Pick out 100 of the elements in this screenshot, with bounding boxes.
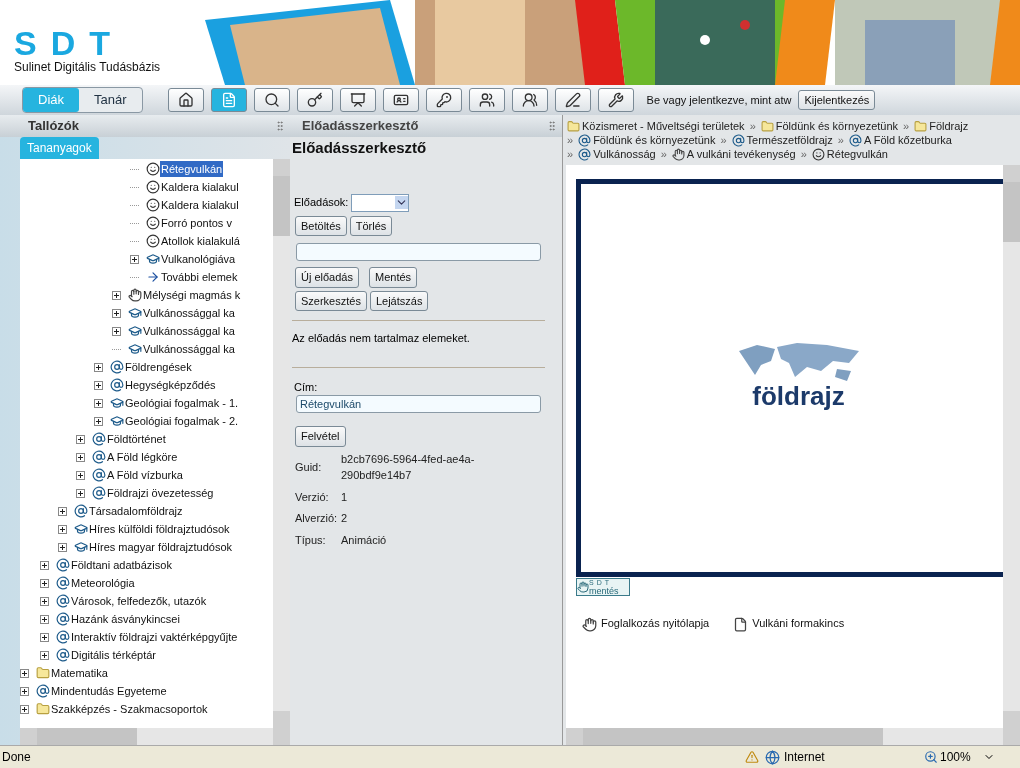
- toolbar-button[interactable]: [425, 88, 462, 112]
- at-sign-icon: [731, 133, 745, 147]
- tree-item[interactable]: Vulkánossággal ka: [142, 322, 236, 340]
- expand-icon[interactable]: [40, 614, 49, 624]
- expand-icon[interactable]: [94, 398, 103, 408]
- at-sign-icon: [92, 432, 106, 446]
- link[interactable]: Vulkáni formakincs: [752, 617, 845, 630]
- grip-icon[interactable]: [546, 120, 558, 132]
- input-field[interactable]: [296, 243, 541, 261]
- button[interactable]: Új előadás: [295, 267, 359, 288]
- tree-item[interactable]: További elemek: [160, 268, 239, 286]
- tree-item[interactable]: Mindentudás Egyeteme: [50, 682, 168, 700]
- expand-icon[interactable]: [130, 254, 139, 264]
- grip-icon[interactable]: [274, 120, 286, 132]
- expand-icon[interactable]: [112, 326, 121, 336]
- expand-icon[interactable]: [40, 578, 49, 588]
- toolbar-button[interactable]: [167, 88, 204, 112]
- tree-item[interactable]: Társadalomföldrajz: [88, 502, 184, 520]
- breadcrumb-link[interactable]: Rétegvulkán: [826, 147, 888, 161]
- breadcrumb-link[interactable]: Természetföldrajz: [746, 133, 833, 147]
- expand-icon[interactable]: [40, 596, 49, 606]
- tree-item[interactable]: Vulkanológiáva: [160, 250, 237, 268]
- breadcrumb-link[interactable]: Földünk és környezetünk: [775, 119, 899, 133]
- expand-icon[interactable]: [76, 434, 85, 444]
- logout-button[interactable]: Kijelentkezés: [798, 89, 876, 111]
- button[interactable]: Mentés: [369, 267, 418, 288]
- tree-item[interactable]: Hazánk ásványkincsei: [70, 610, 181, 628]
- button[interactable]: Szerkesztés: [295, 290, 367, 311]
- tree-item[interactable]: Atollok kialakulá: [160, 232, 241, 250]
- heading: Előadásszerkesztő: [292, 138, 428, 158]
- tree-item[interactable]: Kaldera kialakul: [160, 178, 240, 196]
- tree-item[interactable]: Szakképzés - Szakmacsoportok: [50, 700, 209, 718]
- tree-item[interactable]: A Föld légköre: [106, 448, 179, 466]
- tree-item[interactable]: Interaktív földrajzi vaktérképgyűjte: [70, 628, 239, 646]
- breadcrumb-link[interactable]: A Föld kőzetburka: [863, 133, 952, 147]
- expand-icon[interactable]: [94, 362, 103, 372]
- toolbar-button[interactable]: [554, 88, 591, 112]
- tree-item[interactable]: A Föld vízburka: [106, 466, 184, 484]
- toolbar-button[interactable]: [253, 88, 290, 112]
- toolbar-button[interactable]: [468, 88, 505, 112]
- zoom-icon[interactable]: [924, 750, 938, 764]
- mode-tab[interactable]: Tanár: [79, 88, 142, 112]
- tree-item[interactable]: Digitális térképtár: [70, 646, 157, 664]
- toolbar-button[interactable]: [597, 88, 634, 112]
- tree-item[interactable]: Városok, felfedezők, utazók: [70, 592, 208, 610]
- tree-item[interactable]: Geológiai fogalmak - 1.: [124, 394, 240, 412]
- expand-icon[interactable]: [20, 668, 29, 678]
- toolbar-button[interactable]: [382, 88, 419, 112]
- scrollbar[interactable]: [1003, 165, 1020, 728]
- tree-item[interactable]: Forró pontos v: [160, 214, 233, 232]
- expand-icon[interactable]: [76, 488, 85, 498]
- breadcrumb-link[interactable]: A vulkáni tevékenység: [686, 147, 796, 161]
- expand-icon[interactable]: [94, 380, 103, 390]
- tree-item[interactable]: Vulkánossággal ka: [142, 304, 236, 322]
- scrollbar[interactable]: [566, 728, 1020, 745]
- button[interactable]: Felvétel: [295, 426, 346, 447]
- breadcrumb-link[interactable]: Földrajz: [929, 119, 969, 133]
- zoom-level[interactable]: 100%: [940, 748, 971, 766]
- scrollbar[interactable]: [20, 728, 290, 745]
- tree-item[interactable]: Kaldera kialakul: [160, 196, 240, 214]
- expand-icon[interactable]: [112, 308, 121, 318]
- link[interactable]: Foglalkozás nyitólapja: [601, 617, 710, 630]
- expand-icon[interactable]: [40, 650, 49, 660]
- tree-item[interactable]: Földtani adatbázisok: [70, 556, 173, 574]
- expand-icon[interactable]: [58, 542, 67, 552]
- tree-item[interactable]: Földrajzi övezetesség: [106, 484, 215, 502]
- expand-icon[interactable]: [94, 416, 103, 426]
- tree-item[interactable]: Geológiai fogalmak - 2.: [124, 412, 240, 430]
- tree-item[interactable]: Földtörténet: [106, 430, 167, 448]
- expand-icon[interactable]: [40, 560, 49, 570]
- breadcrumb-link[interactable]: Vulkánosság: [593, 147, 656, 161]
- toolbar-button[interactable]: [296, 88, 333, 112]
- toolbar-button[interactable]: [339, 88, 376, 112]
- expand-icon[interactable]: [58, 524, 67, 534]
- tree-item[interactable]: Meteorológia: [70, 574, 136, 592]
- expand-icon[interactable]: [20, 704, 29, 714]
- tree-item[interactable]: Vulkánossággal ka: [142, 340, 236, 358]
- tree-item[interactable]: Híres külföldi földrajztudósok: [88, 520, 231, 538]
- button[interactable]: Lejátszás: [369, 290, 429, 311]
- tree-item[interactable]: Földrengések: [124, 358, 193, 376]
- expand-icon[interactable]: [112, 290, 121, 300]
- presentations-dropdown[interactable]: [351, 193, 410, 212]
- people-icon: [521, 92, 538, 108]
- title-field[interactable]: Rétegvulkán: [296, 395, 541, 413]
- people-icon: [478, 92, 495, 108]
- tree-item[interactable]: Híres magyar földrajztudósok: [88, 538, 234, 556]
- expand-icon[interactable]: [40, 632, 49, 642]
- expand-icon[interactable]: [58, 506, 67, 516]
- tree-item[interactable]: Hegységképződés: [124, 376, 217, 394]
- expand-icon[interactable]: [76, 452, 85, 462]
- toolbar-button[interactable]: [511, 88, 548, 112]
- breadcrumb-link[interactable]: Földünk és környezetünk: [593, 133, 716, 147]
- button[interactable]: Betöltés: [295, 215, 347, 236]
- button[interactable]: Törlés: [349, 215, 393, 236]
- expand-icon[interactable]: [20, 686, 29, 696]
- tree-item[interactable]: Matematika: [50, 664, 109, 682]
- tree-item[interactable]: Rétegvulkán: [160, 160, 224, 178]
- tree-item[interactable]: Mélységi magmás k: [142, 286, 242, 304]
- expand-icon[interactable]: [76, 470, 85, 480]
- breadcrumb-link[interactable]: Közismeret - Műveltségi területek: [582, 119, 745, 133]
